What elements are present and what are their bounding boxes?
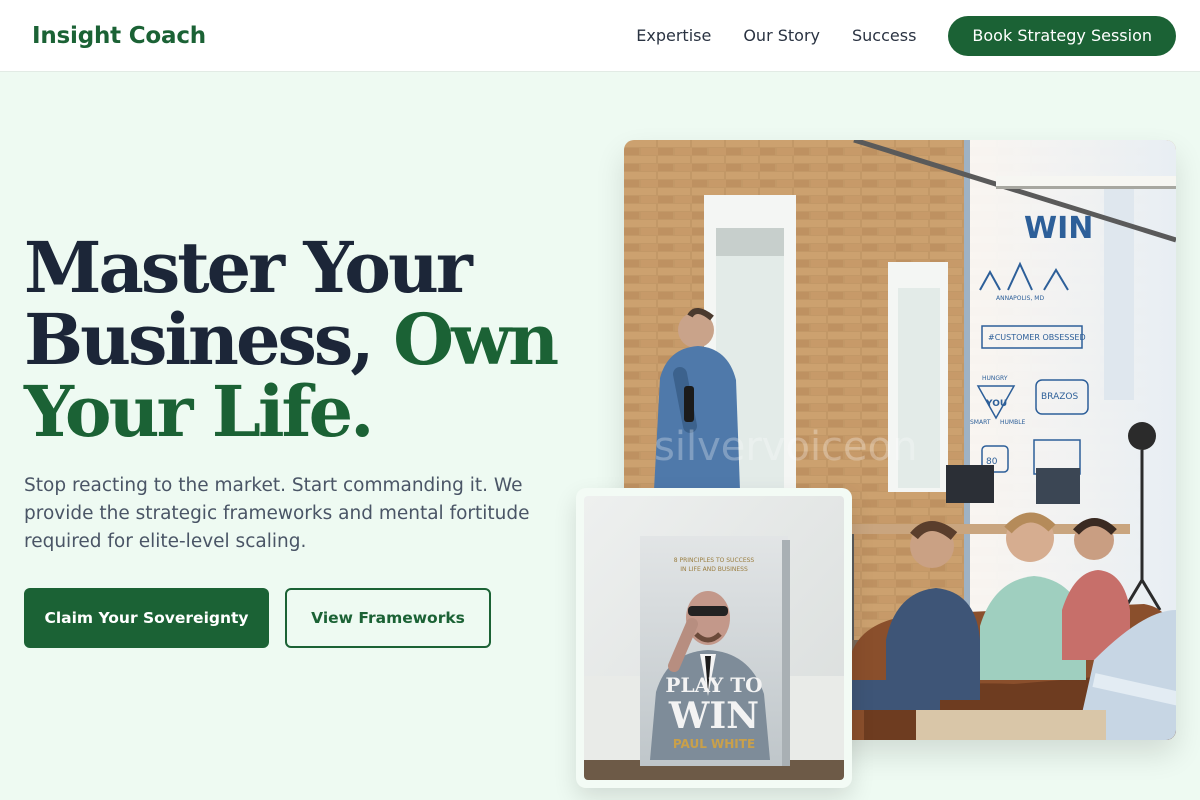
brand-logo[interactable]: Insight Coach bbox=[32, 23, 206, 49]
hero-title-line2-accent: Own bbox=[393, 298, 559, 381]
nav-link-expertise[interactable]: Expertise bbox=[636, 26, 711, 45]
mural-you-text: YOU bbox=[985, 399, 1007, 409]
view-frameworks-button[interactable]: View Frameworks bbox=[285, 588, 491, 648]
hero-subtitle: Stop reacting to the market. Start comma… bbox=[24, 475, 530, 552]
top-navigation: Insight Coach Expertise Our Story Succes… bbox=[0, 0, 1200, 72]
mural-smart-text: SMART bbox=[970, 419, 991, 426]
book-title-line-1: PLAY TO bbox=[665, 673, 762, 697]
hero-title-line1: Master Your bbox=[24, 226, 473, 309]
claim-sovereignty-button[interactable]: Claim Your Sovereignty bbox=[24, 588, 269, 648]
mural-humble-text: HUMBLE bbox=[1000, 419, 1026, 426]
nav-link-our-story[interactable]: Our Story bbox=[743, 26, 820, 45]
book-tagline-1: 8 PRINCIPLES TO SUCCESS bbox=[674, 557, 755, 564]
hero-title: Master Your Business, Own Your Life. bbox=[24, 232, 604, 448]
mural-city-text: ANNAPOLIS, MD bbox=[996, 295, 1044, 302]
book-photo: 8 PRINCIPLES TO SUCCESS IN LIFE AND BUSI… bbox=[584, 496, 844, 780]
book-strategy-session-button[interactable]: Book Strategy Session bbox=[948, 15, 1176, 56]
hero-title-line2-dark: Business, bbox=[24, 298, 375, 381]
mural-banner-text: #CUSTOMER OBSESSED bbox=[988, 333, 1086, 342]
book-title-line-2: WIN bbox=[668, 695, 759, 737]
book-photo-card: 8 PRINCIPLES TO SUCCESS IN LIFE AND BUSI… bbox=[576, 488, 852, 788]
hero-title-line3-accent: Your Life. bbox=[24, 370, 375, 453]
mural-hungry-text: HUNGRY bbox=[982, 375, 1008, 382]
nav-menu: Expertise Our Story Success Book Strateg… bbox=[636, 15, 1176, 56]
mural-brazos-text: BRAZOS bbox=[1041, 392, 1078, 402]
mural-win-text: WIN bbox=[1024, 211, 1093, 246]
book-tagline-2: IN LIFE AND BUSINESS bbox=[680, 566, 748, 573]
photo-watermark: silvervoiceon bbox=[654, 424, 917, 470]
book-author: PAUL WHITE bbox=[673, 737, 755, 751]
nav-link-success[interactable]: Success bbox=[852, 26, 916, 45]
